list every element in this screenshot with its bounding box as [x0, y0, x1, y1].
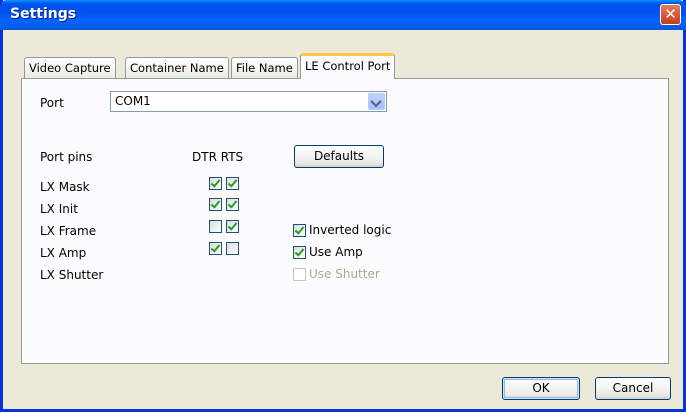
- lx-frame-rts-checkbox[interactable]: [226, 220, 239, 233]
- lx-mask-dtr-checkbox[interactable]: [209, 177, 222, 190]
- use-shutter-checkbox: [293, 268, 306, 281]
- port-pins-label: Port pins: [40, 150, 93, 164]
- pin-row-lx-shutter-label: LX Shutter: [40, 268, 104, 282]
- chevron-down-icon[interactable]: [368, 93, 385, 110]
- lx-init-rts-checkbox[interactable]: [226, 198, 239, 211]
- lx-amp-rts-checkbox[interactable]: [226, 242, 239, 255]
- pin-row-lx-frame-label: LX Frame: [40, 224, 97, 238]
- close-icon: ✕: [664, 5, 677, 23]
- window-title: Settings: [10, 6, 77, 22]
- use-shutter-label: Use Shutter: [309, 267, 380, 281]
- pin-columns-label: DTR RTS: [192, 150, 244, 164]
- pin-row-lx-amp-label: LX Amp: [40, 246, 87, 260]
- lx-mask-rts-checkbox[interactable]: [226, 177, 239, 190]
- inverted-logic-label[interactable]: Inverted logic: [309, 223, 391, 237]
- defaults-button[interactable]: Defaults: [294, 145, 384, 168]
- tab-file-name[interactable]: File Name: [231, 57, 298, 78]
- pin-row-lx-mask-label: LX Mask: [40, 180, 90, 194]
- use-amp-label[interactable]: Use Amp: [309, 245, 363, 259]
- tab-le-control-port[interactable]: LE Control Port: [300, 53, 396, 79]
- pin-row-lx-init-label: LX Init: [40, 202, 78, 216]
- port-select-value: COM1: [115, 94, 151, 108]
- tab-panel: [21, 78, 669, 364]
- close-button[interactable]: ✕: [660, 4, 681, 25]
- lx-amp-dtr-checkbox[interactable]: [209, 242, 222, 255]
- tab-container-name[interactable]: Container Name: [125, 57, 229, 78]
- lx-frame-dtr-checkbox[interactable]: [209, 220, 222, 233]
- lx-init-dtr-checkbox[interactable]: [209, 198, 222, 211]
- use-amp-checkbox[interactable]: [293, 246, 306, 259]
- ok-button[interactable]: OK: [502, 377, 580, 400]
- port-select[interactable]: COM1: [110, 91, 387, 112]
- title-bar[interactable]: Settings ✕: [0, 0, 686, 30]
- cancel-button[interactable]: Cancel: [595, 377, 671, 400]
- inverted-logic-checkbox[interactable]: [293, 224, 306, 237]
- port-label: Port: [40, 96, 64, 110]
- tab-video-capture[interactable]: Video Capture: [24, 57, 116, 78]
